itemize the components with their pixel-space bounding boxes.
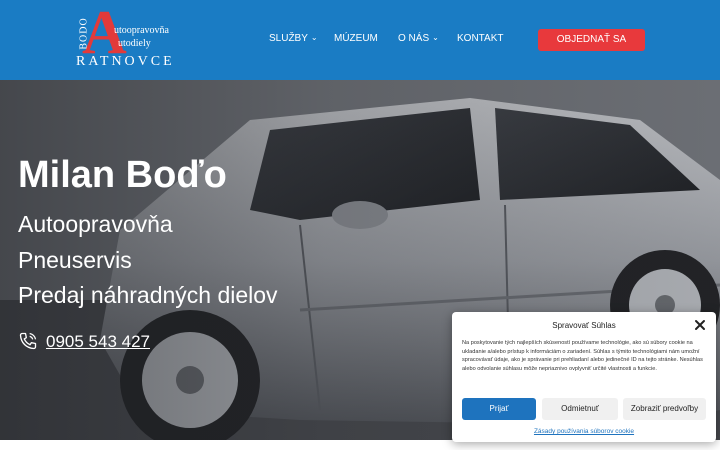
nav-item-label: KONTAKT: [457, 33, 504, 44]
hero-title: Milan Boďo: [18, 154, 227, 196]
nav-item-sluzby[interactable]: SLUŽBY ⌄: [269, 33, 318, 44]
phone-link[interactable]: 0905 543 427: [46, 332, 150, 352]
close-icon[interactable]: [693, 318, 707, 332]
nav-item-label: MÚZEUM: [334, 33, 378, 44]
chevron-down-icon: ⌄: [310, 33, 318, 42]
accept-button[interactable]: Prijať: [462, 398, 536, 420]
logo-line-1: utoopravovňa: [114, 25, 169, 36]
phone-icon: [19, 332, 37, 350]
hero-service-tires: Pneuservis: [18, 247, 132, 273]
logo-line-2: utodiely: [118, 38, 151, 49]
nav-item-o-nas[interactable]: O NÁS ⌄: [398, 33, 439, 44]
order-button[interactable]: OBJEDNAŤ SA: [538, 29, 645, 51]
chevron-down-icon: ⌄: [432, 33, 439, 42]
cookie-policy-link[interactable]: Zásady používania súborov cookie: [452, 428, 716, 435]
nav-item-label: SLUŽBY: [269, 33, 308, 44]
hero-service-parts: Predaj náhradných dielov: [18, 282, 278, 308]
nav-item-kontakt[interactable]: KONTAKT: [457, 33, 503, 44]
site-header: BODO A utoopravovňa utodiely RATNOVCE SL…: [0, 0, 720, 80]
nav-item-label: O NÁS: [398, 33, 430, 44]
cookie-consent-dialog: Spravovať Súhlas Na poskytovanie tých na…: [452, 312, 716, 442]
hero-service-repair: Autoopravovňa: [18, 211, 173, 237]
preferences-button[interactable]: Zobraziť predvoľby: [623, 398, 706, 420]
nav-item-muzeum[interactable]: MÚZEUM: [334, 33, 378, 44]
cookie-text: Na poskytovanie tých najlepších skúsenos…: [462, 340, 703, 372]
deny-button[interactable]: Odmietnuť: [542, 398, 618, 420]
logo-city: RATNOVCE: [76, 54, 175, 69]
cookie-title: Spravovať Súhlas: [552, 321, 616, 330]
logo[interactable]: BODO A utoopravovňa utodiely RATNOVCE: [74, 2, 175, 74]
